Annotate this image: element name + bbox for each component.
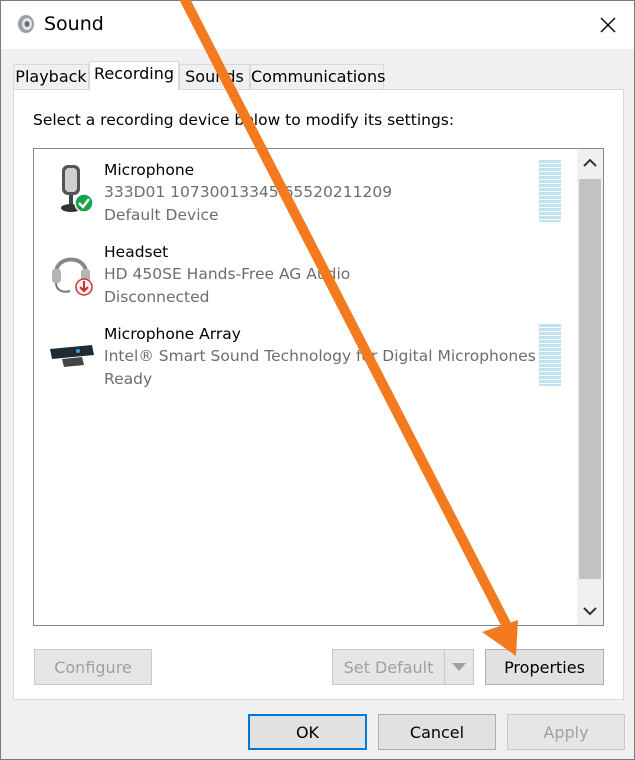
list-item-microphone[interactable]: Microphone 333D01 10730013345 6552021120…	[34, 149, 574, 229]
device-status: Disconnected	[104, 288, 210, 306]
list-item-headset[interactable]: Headset HD 450SE Hands-Free AG Audio Dis…	[34, 231, 574, 311]
microphone-array-icon	[50, 345, 94, 367]
chevron-down-icon	[583, 607, 597, 616]
microphone-icon	[61, 165, 94, 213]
device-name: Headset	[104, 243, 169, 261]
scroll-up-button[interactable]	[577, 149, 603, 177]
close-button[interactable]	[582, 1, 634, 49]
set-default-dropdown[interactable]	[444, 649, 474, 685]
vertical-scrollbar[interactable]	[577, 149, 603, 625]
close-icon	[600, 17, 616, 33]
tab-sounds[interactable]: Sounds	[179, 64, 250, 89]
list-item-microphone-array[interactable]: Microphone Array Intel® Smart Sound Tech…	[34, 313, 574, 393]
ok-button[interactable]: OK	[248, 714, 367, 750]
scroll-down-button[interactable]	[577, 597, 603, 625]
tab-recording[interactable]: Recording	[89, 61, 179, 90]
apply-button[interactable]: Apply	[507, 714, 625, 750]
window-title: Sound	[44, 13, 104, 35]
configure-button[interactable]: Configure	[34, 649, 152, 685]
device-name: Microphone	[104, 161, 195, 179]
chevron-up-icon	[583, 158, 597, 167]
instructions-label: Select a recording device below to modif…	[33, 111, 455, 129]
cancel-button[interactable]: Cancel	[378, 714, 496, 750]
tab-playback[interactable]: Playback	[13, 64, 89, 89]
recording-device-list[interactable]: Microphone 333D01 10730013345 6552021120…	[33, 148, 604, 626]
sound-dialog: Sound Playback Recording Sounds Communic…	[0, 0, 635, 760]
title-bar[interactable]: Sound	[1, 1, 634, 49]
headset-icon	[52, 257, 93, 296]
default-check-icon	[74, 193, 94, 213]
device-description: HD 450SE Hands-Free AG Audio	[104, 265, 351, 283]
scrollbar-thumb[interactable]	[579, 179, 601, 579]
speaker-icon	[18, 15, 34, 33]
device-description: 333D01 10730013345 65520211209	[104, 183, 393, 201]
properties-button[interactable]: Properties	[485, 649, 604, 685]
level-meter	[539, 324, 561, 386]
device-name: Microphone Array	[104, 325, 241, 343]
set-default-button[interactable]: Set Default	[332, 649, 445, 685]
device-status: Ready	[104, 370, 153, 388]
level-meter	[539, 160, 561, 222]
dropdown-arrow-icon	[452, 663, 466, 671]
tab-communications[interactable]: Communications	[250, 64, 385, 89]
device-description: Intel® Smart Sound Technology for Digita…	[104, 347, 536, 365]
device-status: Default Device	[104, 206, 219, 224]
